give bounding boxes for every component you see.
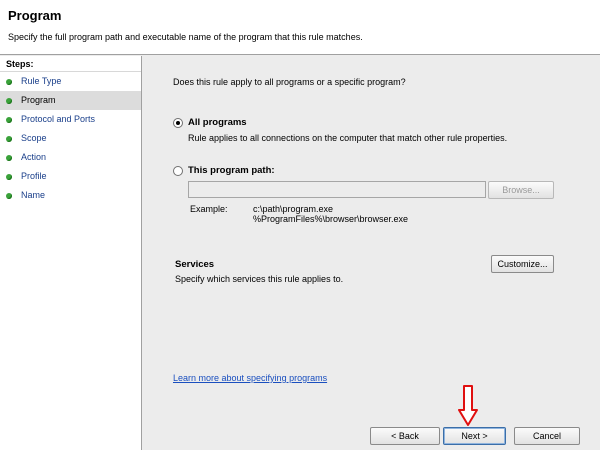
main-content: Does this rule apply to all programs or … [143, 56, 600, 450]
program-path-label[interactable]: This program path: [188, 165, 275, 176]
green-dot-icon [6, 117, 12, 123]
green-dot-icon [6, 193, 12, 199]
step-label: Scope [21, 133, 47, 143]
step-label: Protocol and Ports [21, 114, 96, 124]
steps-panel: Steps: Rule Type Program Protocol and Po… [0, 56, 142, 450]
next-button[interactable]: Next > [443, 427, 506, 445]
services-description: Specify which services this rule applies… [175, 274, 344, 284]
all-programs-label[interactable]: All programs [188, 117, 247, 128]
step-program[interactable]: Program [0, 91, 141, 110]
step-label: Action [21, 152, 47, 162]
green-dot-icon [6, 79, 12, 85]
browse-button[interactable]: Browse... [488, 181, 554, 199]
red-down-arrow-icon [458, 385, 478, 426]
step-label: Name [21, 190, 46, 200]
back-button[interactable]: < Back [370, 427, 440, 445]
example-value: %ProgramFiles%\browser\browser.exe [253, 214, 409, 224]
step-label: Rule Type [21, 76, 62, 86]
example-label: Example: [190, 204, 228, 214]
wizard-header: Program Specify the full program path an… [0, 0, 600, 55]
cancel-button[interactable]: Cancel [514, 427, 580, 445]
step-name[interactable]: Name [0, 186, 141, 205]
customize-button[interactable]: Customize... [491, 255, 554, 273]
learn-more-link[interactable]: Learn more about specifying programs [173, 373, 327, 383]
step-profile[interactable]: Profile [0, 167, 141, 186]
question-text: Does this rule apply to all programs or … [173, 77, 406, 87]
step-protocol-and-ports[interactable]: Protocol and Ports [0, 110, 141, 129]
all-programs-radio[interactable] [173, 118, 183, 128]
green-dot-icon [6, 136, 12, 142]
program-path-input[interactable] [188, 181, 486, 198]
program-path-radio[interactable] [173, 166, 183, 176]
steps-title: Steps: [0, 56, 141, 72]
all-programs-description: Rule applies to all connections on the c… [188, 133, 508, 143]
step-label: Program [21, 95, 56, 105]
green-dot-icon [6, 155, 12, 161]
step-label: Profile [21, 171, 47, 181]
page-title: Program [8, 8, 62, 23]
step-scope[interactable]: Scope [0, 129, 141, 148]
step-action[interactable]: Action [0, 148, 141, 167]
green-dot-icon [6, 98, 12, 104]
services-title: Services [175, 259, 215, 270]
example-value: c:\path\program.exe [253, 204, 334, 214]
page-subtitle: Specify the full program path and execut… [8, 32, 363, 42]
step-rule-type[interactable]: Rule Type [0, 72, 141, 91]
green-dot-icon [6, 174, 12, 180]
